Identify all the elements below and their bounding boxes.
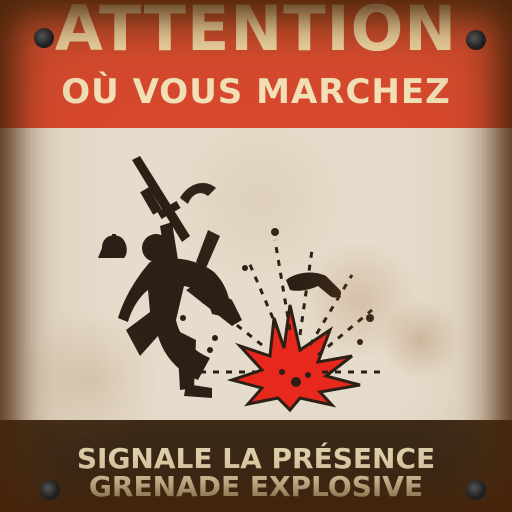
warning-line-2: GRENADE EXPLOSIVE: [88, 470, 424, 503]
screw-icon: [34, 28, 54, 48]
screw-icon: [40, 480, 60, 500]
warning-sign: ATTENTION OÙ VOUS MARCHEZ SIGNALE LA PRÉ…: [0, 0, 512, 512]
explosion-icon: [226, 304, 361, 413]
soldier-with-rifle-icon: [118, 156, 242, 398]
helmet-icon: [98, 234, 127, 258]
boot-icon: [286, 272, 342, 298]
screw-icon: [466, 30, 486, 50]
screw-icon: [466, 480, 486, 500]
